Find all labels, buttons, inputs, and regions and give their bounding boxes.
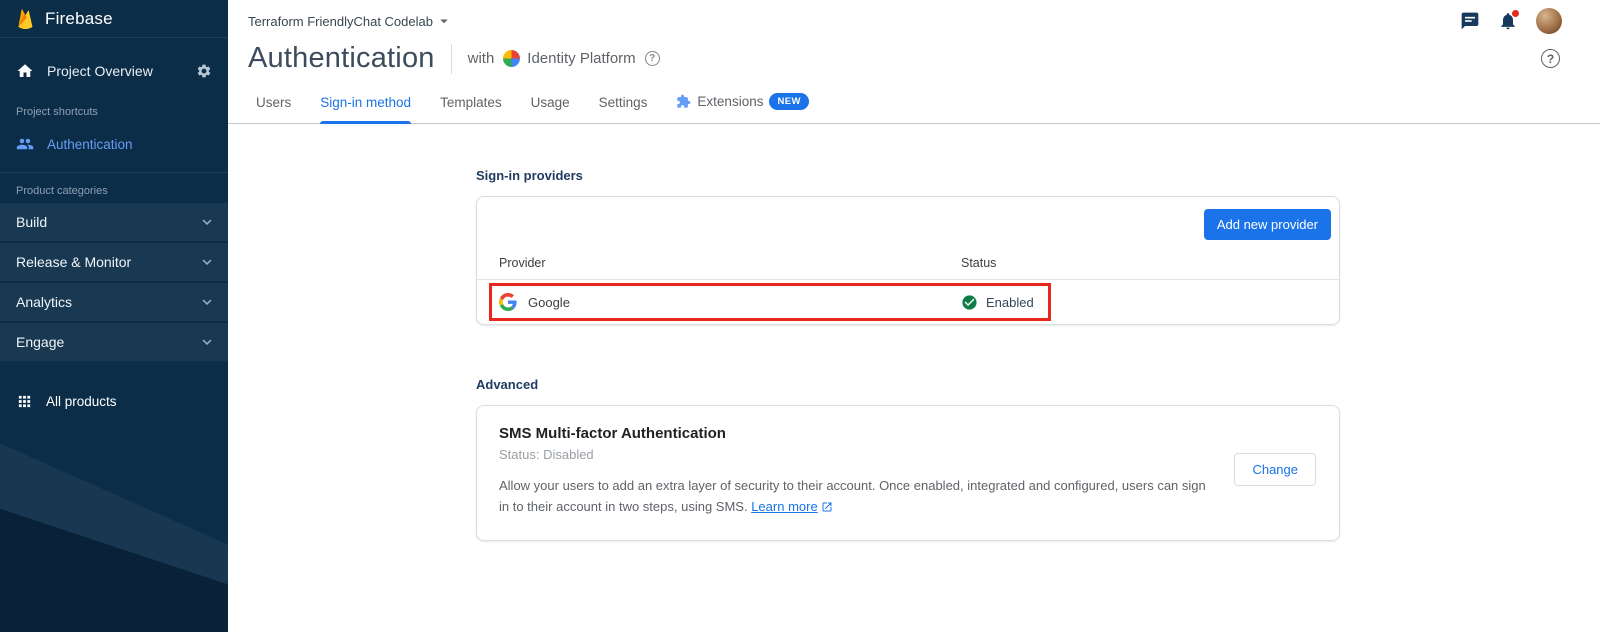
- category-label: Engage: [16, 334, 64, 350]
- tab-templates[interactable]: Templates: [440, 87, 502, 123]
- chevron-down-icon: [198, 213, 216, 231]
- project-selector[interactable]: Terraform FriendlyChat Codelab: [248, 12, 453, 30]
- sms-mfa-description: Allow your users to add an extra layer o…: [499, 476, 1214, 518]
- sidebar-item-project-overview[interactable]: Project Overview: [0, 48, 228, 94]
- project-shortcuts-label: Project shortcuts: [0, 94, 228, 124]
- change-button[interactable]: Change: [1234, 453, 1316, 486]
- all-products-label: All products: [46, 394, 117, 409]
- grid-icon: [16, 393, 33, 410]
- tab-label: Sign-in method: [320, 95, 411, 110]
- learn-more-link[interactable]: Learn more: [751, 497, 832, 518]
- project-name: Terraform FriendlyChat Codelab: [248, 14, 433, 29]
- chevron-down-icon: [198, 253, 216, 271]
- sidebar: Firebase Project Overview Project shortc…: [0, 0, 228, 632]
- feedback-icon[interactable]: [1460, 11, 1480, 31]
- page-header: Authentication with Identity Platform ? …: [228, 36, 1600, 75]
- add-new-provider-button[interactable]: Add new provider: [1204, 209, 1331, 240]
- brand-name: Firebase: [45, 9, 113, 29]
- tab-label: Usage: [531, 95, 570, 110]
- people-icon: [16, 135, 34, 153]
- alerts-bell-icon[interactable]: [1498, 11, 1518, 31]
- topbar: Terraform FriendlyChat Codelab: [228, 0, 1600, 36]
- product-categories-label: Product categories: [0, 173, 228, 203]
- settings-gear-icon[interactable]: [196, 63, 212, 79]
- category-label: Analytics: [16, 294, 72, 310]
- provider-cell: Google: [499, 293, 961, 311]
- column-status: Status: [961, 256, 1339, 270]
- sidebar-item-all-products[interactable]: All products: [0, 381, 228, 421]
- tab-extensions[interactable]: Extensions NEW: [676, 85, 808, 123]
- learn-more-label: Learn more: [751, 497, 817, 518]
- help-icon[interactable]: ?: [1541, 49, 1560, 68]
- sidebar-item-release-monitor[interactable]: Release & Monitor: [0, 243, 228, 281]
- google-logo-icon: [499, 293, 517, 311]
- open-in-new-icon: [821, 501, 833, 513]
- providers-card: Add new provider Provider Status: [476, 196, 1340, 325]
- home-icon: [16, 62, 34, 80]
- status-cell: Enabled: [961, 294, 1339, 311]
- providers-card-toolbar: Add new provider: [477, 197, 1339, 250]
- category-label: Release & Monitor: [16, 254, 131, 270]
- sidebar-decoration: [0, 402, 228, 632]
- notification-dot: [1512, 10, 1519, 17]
- tab-users[interactable]: Users: [256, 87, 291, 123]
- avatar[interactable]: [1536, 8, 1562, 34]
- tab-label: Templates: [440, 95, 502, 110]
- firebase-console: Firebase Project Overview Project shortc…: [0, 0, 1600, 632]
- tab-label: Settings: [599, 95, 648, 110]
- provider-status: Enabled: [986, 295, 1034, 310]
- topbar-icons: [1460, 8, 1562, 34]
- column-provider: Provider: [499, 256, 961, 270]
- sms-mfa-status: Status: Disabled: [499, 447, 1317, 462]
- tab-bar: Users Sign-in method Templates Usage Set…: [228, 85, 1600, 124]
- sidebar-item-engage[interactable]: Engage: [0, 323, 228, 361]
- provider-name: Google: [528, 295, 570, 310]
- chevron-down-icon: [198, 293, 216, 311]
- authentication-label: Authentication: [47, 137, 133, 152]
- puzzle-icon: [676, 94, 691, 109]
- firebase-brand[interactable]: Firebase: [0, 0, 228, 38]
- main-area: Terraform FriendlyChat Codelab Authentic…: [228, 0, 1600, 632]
- tab-settings[interactable]: Settings: [599, 87, 648, 123]
- with-label: with: [468, 50, 495, 67]
- provider-row-google[interactable]: Google Enabled: [477, 280, 1339, 324]
- tab-label: Extensions: [697, 94, 763, 109]
- sidebar-item-authentication[interactable]: Authentication: [0, 124, 228, 164]
- identity-platform-label: Identity Platform: [527, 50, 635, 67]
- info-icon[interactable]: ?: [645, 51, 660, 66]
- new-badge: NEW: [769, 93, 808, 110]
- caret-down-icon: [435, 12, 453, 30]
- sign-in-providers-title: Sign-in providers: [476, 168, 1600, 183]
- tab-usage[interactable]: Usage: [531, 87, 570, 123]
- advanced-title: Advanced: [476, 377, 1600, 392]
- sidebar-item-build[interactable]: Build: [0, 203, 228, 241]
- page-title: Authentication: [248, 42, 435, 75]
- firebase-flame-icon: [16, 6, 35, 31]
- check-circle-icon: [961, 294, 978, 311]
- chevron-down-icon: [198, 333, 216, 351]
- title-divider: [451, 44, 452, 74]
- sidebar-item-analytics[interactable]: Analytics: [0, 283, 228, 321]
- sms-mfa-description-text: Allow your users to add an extra layer o…: [499, 478, 1206, 514]
- sidebar-decoration: [0, 492, 228, 632]
- tab-sign-in-method[interactable]: Sign-in method: [320, 87, 411, 123]
- sms-mfa-card: SMS Multi-factor Authentication Status: …: [476, 405, 1340, 541]
- identity-platform-icon: [503, 50, 520, 67]
- tab-label: Users: [256, 95, 291, 110]
- project-overview-label: Project Overview: [47, 63, 183, 79]
- sms-mfa-title: SMS Multi-factor Authentication: [499, 425, 1317, 442]
- providers-table-header: Provider Status: [477, 250, 1339, 280]
- category-label: Build: [16, 214, 47, 230]
- content-area: Sign-in providers Add new provider Provi…: [228, 168, 1600, 541]
